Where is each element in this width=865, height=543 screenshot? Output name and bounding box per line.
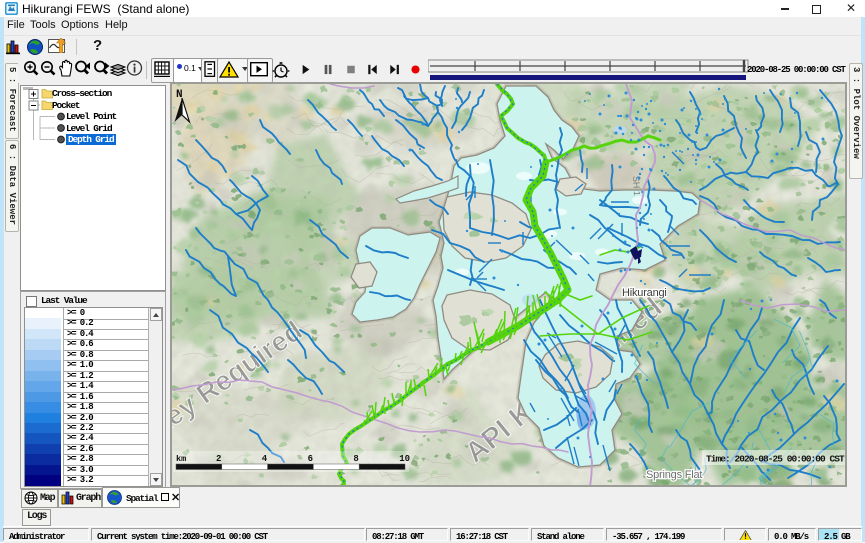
svg-text:4: 4 [262,454,268,464]
svg-text:Hikurangi: Hikurangi [622,287,667,299]
svg-text:6: 6 [308,454,313,464]
svg-text:SH 1: SH 1 [631,176,642,197]
svg-text:km: km [176,454,186,464]
svg-text:Springs Flat: Springs Flat [646,469,702,481]
svg-text:10: 10 [399,454,410,464]
svg-text:Time: 2020-08-25 00:00:00 CST: Time: 2020-08-25 00:00:00 CST [706,454,845,465]
svg-text:2: 2 [216,454,221,464]
svg-text:8: 8 [353,454,358,464]
